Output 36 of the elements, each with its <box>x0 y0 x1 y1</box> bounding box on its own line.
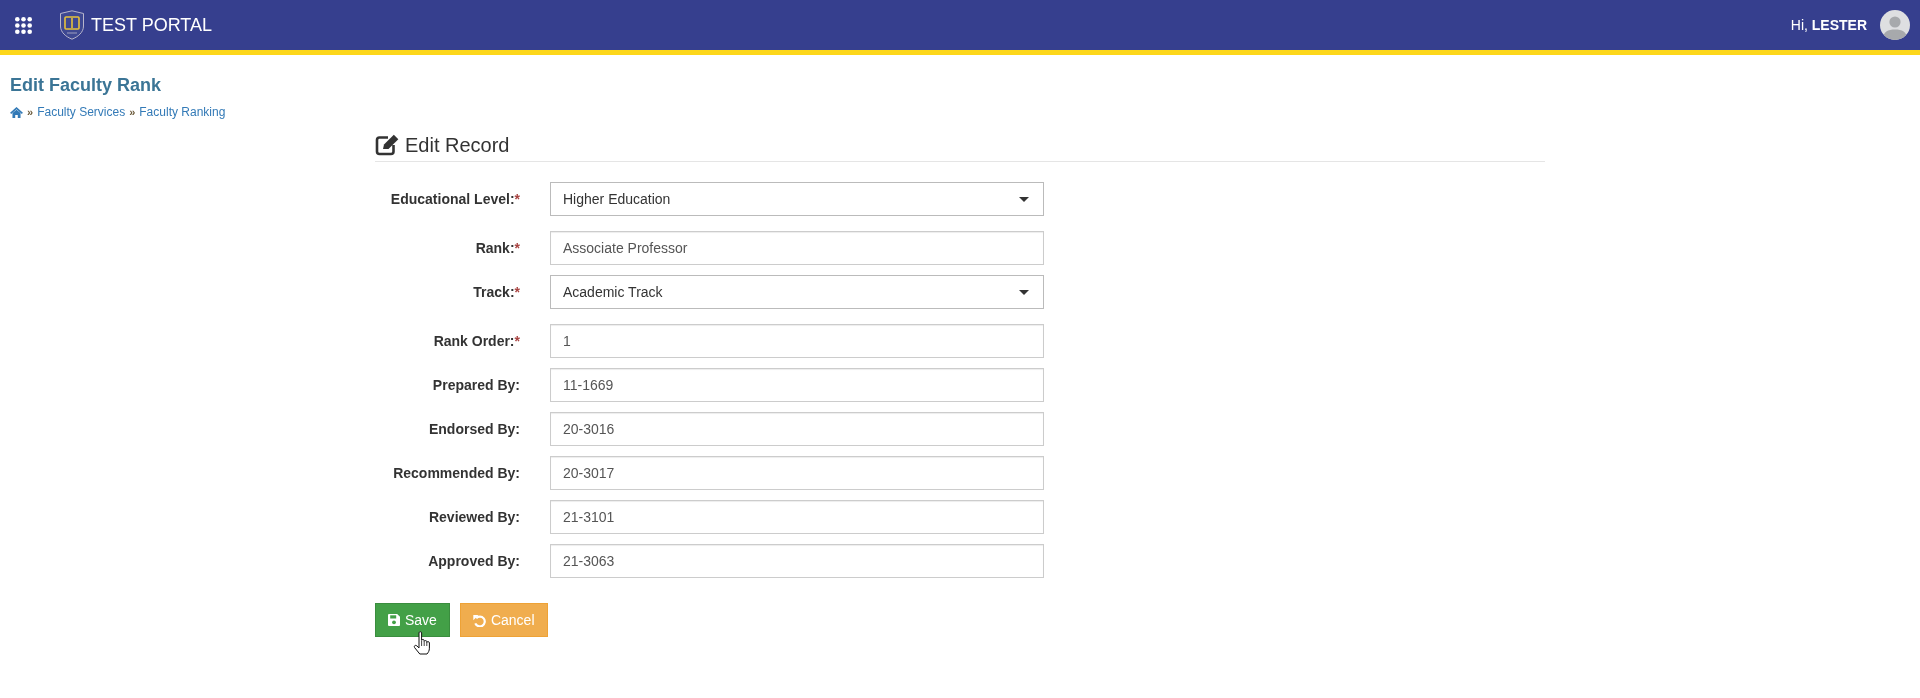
text-field[interactable]: Associate Professor <box>550 231 1044 265</box>
field-label: Reviewed By: <box>427 508 520 527</box>
field-label: Educational Level:* <box>389 190 520 209</box>
field-label: Rank Order:* <box>432 332 520 351</box>
portal-title: TEST PORTAL <box>91 14 213 36</box>
text-field[interactable]: 11-1669 <box>550 368 1044 402</box>
caret-icon[interactable] <box>1019 196 1029 202</box>
dropdown-field[interactable]: Higher Education <box>550 182 1044 216</box>
field-label: Approved By: <box>427 552 520 571</box>
field-label: Prepared By: <box>431 376 520 395</box>
field-label: Recommended By: <box>392 464 520 483</box>
app-grid-icon[interactable] <box>15 16 32 34</box>
hand-cursor-icon <box>413 631 432 655</box>
text-field[interactable]: 20-3016 <box>550 412 1044 446</box>
text-field[interactable]: 21-3101 <box>550 500 1044 534</box>
breadcrumb-link[interactable]: Faculty Services <box>37 104 126 120</box>
user-avatar-icon[interactable] <box>1880 10 1910 40</box>
page-title: Edit Faculty Rank <box>10 75 162 95</box>
pencil-square-icon <box>375 134 399 156</box>
breadcrumb-separator: » <box>129 105 136 120</box>
user-greeting: Hi, LESTER <box>1790 16 1867 34</box>
field-label: Rank:* <box>474 239 520 258</box>
text-field[interactable]: 21-3063 <box>550 544 1044 578</box>
field-label: Track:* <box>472 283 520 302</box>
shield-logo-icon[interactable] <box>59 10 85 40</box>
home-icon[interactable] <box>10 106 23 118</box>
text-field[interactable]: 1 <box>550 324 1044 358</box>
breadcrumb-link[interactable]: Faculty Ranking <box>139 104 226 120</box>
dropdown-field[interactable]: Academic Track <box>550 275 1044 309</box>
form-title: Edit Record <box>405 133 510 157</box>
text-field[interactable]: 20-3017 <box>550 456 1044 490</box>
breadcrumb-separator: » <box>27 105 34 120</box>
field-label: Endorsed By: <box>428 420 520 439</box>
undo-icon <box>472 613 486 627</box>
caret-icon[interactable] <box>1019 289 1029 295</box>
save-icon <box>388 614 400 626</box>
